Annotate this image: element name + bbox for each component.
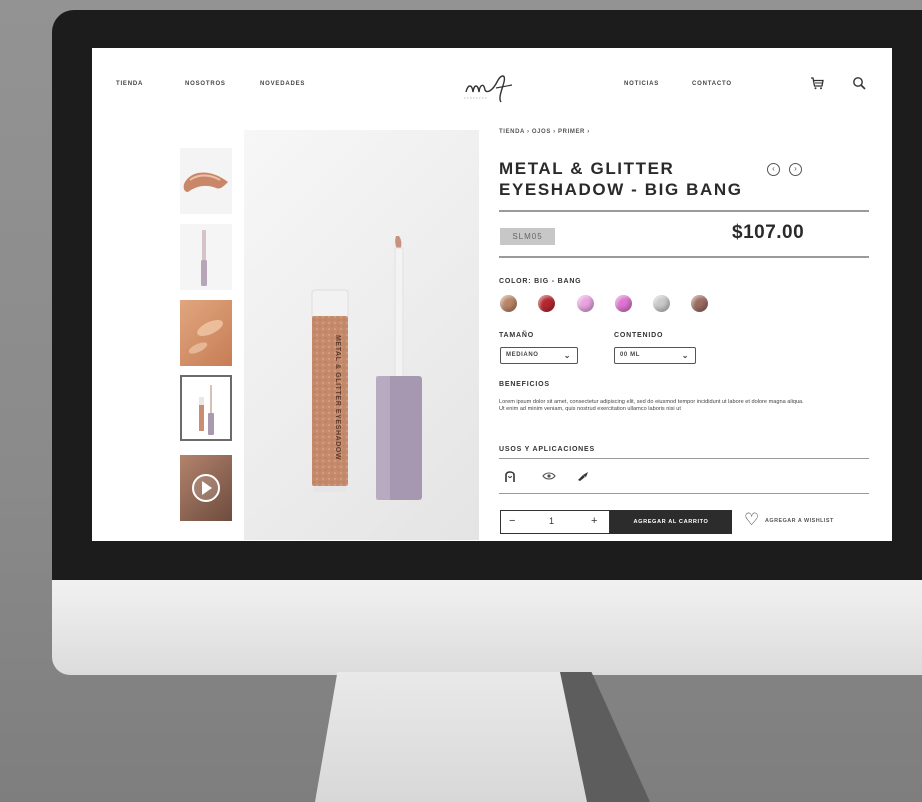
product-tube-illustration: METAL & GLITTER EYESHADOW <box>311 236 422 500</box>
play-video-icon <box>192 474 220 502</box>
qty-plus-button[interactable]: + <box>591 515 597 527</box>
heart-icon[interactable]: ♡ <box>744 510 759 530</box>
eye-icon <box>542 472 556 480</box>
sku-badge: SLM05 <box>500 228 555 245</box>
product-title-line1: METAL & GLITTER <box>499 159 675 178</box>
main-product-image: METAL & GLITTER EYESHADOW <box>244 130 479 540</box>
qty-value[interactable]: 1 <box>549 516 554 526</box>
screen: TIENDA NOSOTROS NOVEDADES NOTICIAS CONTA… <box>92 48 892 541</box>
add-to-cart-button[interactable]: AGREGAR AL CARRITO <box>610 510 732 534</box>
divider <box>499 493 869 494</box>
tube-label: METAL & GLITTER EYESHADOW <box>334 335 341 460</box>
content-select-value: 00 ML <box>620 352 641 358</box>
brush-icon <box>578 472 588 481</box>
chevron-down-icon: ⌄ <box>681 351 689 360</box>
color-swatch-3[interactable] <box>577 295 594 312</box>
skin-swatch-image <box>188 319 223 354</box>
prev-product-button[interactable]: ‹ <box>767 163 780 176</box>
color-label: COLOR: BIG - BANG <box>499 278 582 285</box>
top-nav: TIENDA NOSOTROS NOVEDADES NOTICIAS CONTA… <box>92 48 892 120</box>
benefits-label: BENEFICIOS <box>499 381 550 388</box>
color-swatch-4[interactable] <box>615 295 632 312</box>
nav-item-noticias[interactable]: NOTICIAS <box>624 81 659 87</box>
color-swatch-5[interactable] <box>653 295 670 312</box>
product-title-line2: EYESHADOW - BIG BANG <box>499 180 743 199</box>
thumbnail-swatch-smear[interactable] <box>180 148 232 214</box>
divider <box>499 256 869 258</box>
face-icon <box>505 471 515 482</box>
thumbnail-video[interactable] <box>180 455 232 521</box>
nav-item-nosotros[interactable]: NOSOTROS <box>185 81 226 87</box>
divider <box>499 210 869 212</box>
tube-side-image <box>201 230 207 286</box>
thumbnail-skin-swatch[interactable] <box>180 300 232 366</box>
color-swatch-6[interactable] <box>691 295 708 312</box>
nav-item-novedades[interactable]: NOVEDADES <box>260 81 305 87</box>
color-swatch-1[interactable] <box>500 295 517 312</box>
search-icon[interactable] <box>852 76 866 90</box>
divider <box>499 458 869 459</box>
nav-item-tienda[interactable]: TIENDA <box>116 81 143 87</box>
benefits-text: Lorem ipsum dolor sit amet, consectetur … <box>499 399 804 413</box>
size-label: TAMAÑO <box>499 332 534 339</box>
thumbnail-tube-side[interactable] <box>180 224 232 290</box>
qty-minus-button[interactable]: − <box>509 515 515 527</box>
product-price: $107.00 <box>732 222 805 243</box>
mf-logo-icon[interactable] <box>460 68 520 106</box>
content-select[interactable]: 00 ML ⌄ <box>614 347 696 364</box>
content-label: CONTENIDO <box>614 332 664 339</box>
monitor-stand <box>315 672 595 802</box>
breadcrumb[interactable]: TIENDA › OJOS › PRIMER › <box>499 129 590 135</box>
add-to-wishlist-link[interactable]: AGREGAR A WISHLIST <box>765 518 834 524</box>
uses-label: USOS Y APLICACIONES <box>499 446 595 453</box>
next-product-button[interactable]: › <box>789 163 802 176</box>
product-title: METAL & GLITTER EYESHADOW - BIG BANG <box>499 158 759 200</box>
chevron-down-icon: ⌄ <box>563 351 571 360</box>
nav-item-contacto[interactable]: CONTACTO <box>692 81 732 87</box>
size-select-value: MEDIANO <box>506 352 539 358</box>
swatch-smear-image <box>183 172 228 192</box>
product-tube-image <box>199 385 214 435</box>
cart-icon[interactable] <box>810 76 824 90</box>
thumbnail-product-tube[interactable] <box>180 375 232 441</box>
color-swatch-2[interactable] <box>538 295 555 312</box>
size-select[interactable]: MEDIANO ⌄ <box>500 347 578 364</box>
monitor-chin <box>52 580 922 675</box>
quantity-stepper: − 1 + <box>500 510 610 534</box>
